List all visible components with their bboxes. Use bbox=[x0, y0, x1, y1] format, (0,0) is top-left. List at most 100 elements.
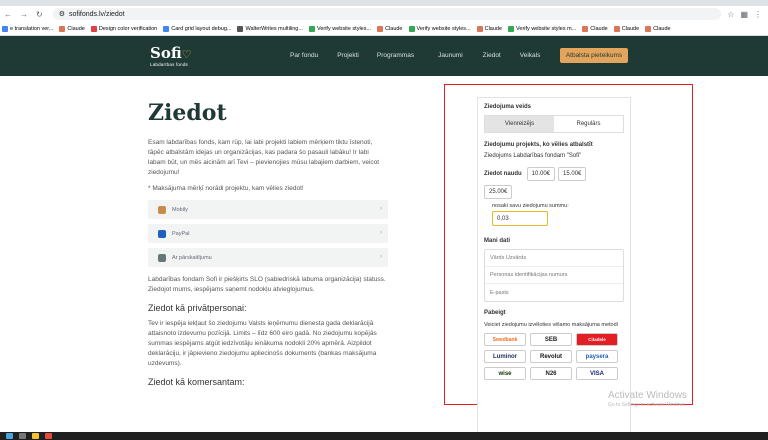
bookmark-favicon-icon bbox=[2, 25, 8, 32]
search-icon[interactable] bbox=[19, 433, 26, 439]
amount-25-button[interactable]: 25.00€ bbox=[484, 185, 513, 199]
bookmark-label: Claude bbox=[621, 25, 640, 32]
extensions-icon[interactable]: ▦ bbox=[740, 10, 748, 19]
bookmark-label: Verify website styles m... bbox=[516, 25, 577, 32]
bank-option[interactable]: Swedbank bbox=[484, 333, 526, 346]
bookmark-label: WalterWrites multiling... bbox=[245, 25, 303, 32]
bookmark-item[interactable]: Claude bbox=[645, 25, 671, 32]
bookmark-item[interactable]: Card grid layout debug... bbox=[163, 25, 231, 32]
windows-start-icon[interactable] bbox=[6, 433, 13, 439]
heart-icon: ♡ bbox=[181, 49, 192, 61]
bookmark-item[interactable]: Verify website styles... bbox=[308, 25, 371, 32]
bookmark-item[interactable]: Claude bbox=[59, 25, 85, 32]
nav-item[interactable]: Programmas bbox=[377, 52, 414, 59]
bookmark-favicon-icon bbox=[582, 25, 589, 32]
bank-option[interactable]: Luminor bbox=[484, 350, 526, 363]
paypal-icon bbox=[158, 229, 166, 238]
personal-id-field[interactable]: Personas identifikācijas numurs bbox=[485, 267, 623, 284]
bank-option[interactable]: Revolut bbox=[530, 350, 572, 363]
bookmark-star-icon[interactable]: ☆ bbox=[727, 10, 734, 19]
bookmark-favicon-icon bbox=[408, 25, 415, 32]
private-text: Tev ir iespēja iekļaut šo ziedojumu Vals… bbox=[148, 320, 377, 367]
nav-item[interactable]: Jaunumi bbox=[438, 52, 463, 59]
chevron-right-icon: › bbox=[380, 206, 382, 212]
chrome-icon[interactable] bbox=[45, 433, 52, 439]
bookmark-label: Claude bbox=[484, 25, 503, 32]
explorer-icon[interactable] bbox=[32, 433, 39, 439]
private-heading: Ziedot kā privātpersonai: bbox=[148, 303, 247, 313]
bank-option[interactable]: VISA bbox=[576, 367, 618, 380]
bank-option[interactable]: paysera bbox=[576, 350, 618, 363]
bookmark-favicon-icon bbox=[645, 25, 652, 32]
amount-10-button[interactable]: 10.00€ bbox=[526, 167, 556, 181]
bank-option[interactable]: wise bbox=[484, 367, 526, 380]
payment-method-item[interactable]: PayPal › bbox=[148, 224, 388, 243]
back-icon[interactable]: ← bbox=[4, 10, 12, 19]
status-text: Labdarības fondam Sofi ir piešķirts SLO … bbox=[148, 276, 386, 293]
page-title: Ziedot bbox=[148, 100, 227, 126]
custom-amount-input[interactable]: 0,03 bbox=[492, 211, 548, 226]
address-bar[interactable]: ⚙ sofifonds.lv/ziedot bbox=[52, 8, 722, 20]
menu-icon[interactable]: ⋮ bbox=[754, 10, 762, 19]
recurring-option[interactable]: Regulārs bbox=[554, 116, 623, 132]
main-content: Ziedot Esam labdarības fonds, kam rūp, l… bbox=[148, 100, 388, 393]
bookmark-favicon-icon bbox=[237, 25, 244, 32]
name-field[interactable]: Vārds Uzvārds bbox=[485, 250, 623, 267]
personal-data-fields: Vārds Uzvārds Personas identifikācijas n… bbox=[484, 249, 624, 302]
logo-subtitle: Labdarības fonds bbox=[150, 62, 188, 67]
bookmark-favicon-icon bbox=[377, 25, 384, 32]
bookmark-favicon-icon bbox=[90, 25, 97, 32]
main-nav: Par fondu Projekti Programmas Jaunumi Ziedot… bbox=[290, 52, 540, 59]
bookmark-item[interactable]: Claude bbox=[476, 25, 503, 32]
project-label: Ziedojumu projekts, ko vēlies atbalstīt bbox=[484, 142, 593, 148]
amount-15-button[interactable]: 15.00€ bbox=[558, 167, 587, 181]
address-url: sofifonds.lv/ziedot bbox=[68, 10, 125, 18]
nav-item[interactable]: Ziedot bbox=[483, 52, 501, 59]
bookmarks-bar: e translation ver... Claude Design color v… bbox=[0, 22, 768, 36]
site-info-icon[interactable]: ⚙ bbox=[59, 10, 65, 18]
payment-method-item[interactable]: Ar pārskaitījumu › bbox=[148, 248, 388, 267]
nav-item[interactable]: Veikals bbox=[520, 52, 541, 59]
bookmark-item[interactable]: WalterWrites multiling... bbox=[237, 25, 303, 32]
bank-option[interactable]: Citadele bbox=[576, 333, 618, 346]
bookmark-label: e translation ver... bbox=[10, 25, 54, 32]
bookmark-label: Claude bbox=[67, 25, 85, 32]
bank-option[interactable]: N26 bbox=[530, 367, 572, 380]
donation-type-toggle: Vienreizējs Regulārs bbox=[484, 115, 624, 133]
bookmark-favicon-icon bbox=[163, 25, 170, 32]
payment-method-item[interactable]: Mobily › bbox=[148, 200, 388, 219]
nav-item[interactable]: Par fondu bbox=[290, 52, 318, 59]
windows-taskbar bbox=[0, 432, 768, 440]
payment-method-label: Ar pārskaitījumu bbox=[172, 254, 212, 261]
company-heading: Ziedot kā komersantam: bbox=[148, 377, 245, 387]
bank-option[interactable]: SEB bbox=[530, 333, 572, 346]
one-time-option[interactable]: Vienreizējs bbox=[485, 116, 554, 132]
site-header: Sofi♡ Labdarības fonds Par fondu Projekti… bbox=[0, 36, 768, 76]
bookmark-label: Claude bbox=[385, 25, 403, 32]
bookmark-favicon-icon bbox=[59, 25, 66, 32]
project-value: Ziedojums Labdarības fondam "Sofi" bbox=[484, 153, 582, 159]
bookmark-favicon-icon bbox=[613, 25, 620, 32]
bookmark-item[interactable]: e translation ver... bbox=[2, 25, 54, 32]
payment-method-label: Mobily bbox=[172, 206, 188, 213]
bookmark-item[interactable]: Verify website styles... bbox=[408, 25, 471, 32]
donation-type-label: Ziedojuma veids bbox=[484, 104, 532, 110]
support-application-button[interactable]: Atbalsta pieteikums bbox=[560, 48, 628, 63]
finish-text: Veiciet ziedojumu izvēloties vēlamo maks… bbox=[484, 322, 618, 328]
bookmark-item[interactable]: Claude bbox=[582, 25, 608, 32]
email-field[interactable]: E-pasts bbox=[485, 284, 623, 301]
transfer-icon bbox=[158, 253, 166, 262]
bookmark-item[interactable]: Verify website styles m... bbox=[508, 25, 577, 32]
bookmark-item[interactable]: Claude bbox=[377, 25, 403, 32]
sofi-logo[interactable]: Sofi♡ Labdarības fonds bbox=[150, 44, 192, 67]
bookmark-label: Claude bbox=[653, 25, 671, 32]
bookmark-item[interactable]: Design color verification bbox=[90, 25, 158, 32]
forward-icon[interactable]: → bbox=[20, 10, 28, 19]
bookmark-favicon-icon bbox=[308, 25, 315, 32]
bookmark-item[interactable]: Claude bbox=[613, 25, 640, 32]
nav-item[interactable]: Projekti bbox=[337, 52, 359, 59]
reload-icon[interactable]: ↻ bbox=[36, 10, 43, 19]
bookmark-label: Design color verification bbox=[98, 25, 158, 32]
chevron-right-icon: › bbox=[380, 230, 382, 236]
finish-label: Pabeigt bbox=[484, 310, 506, 316]
